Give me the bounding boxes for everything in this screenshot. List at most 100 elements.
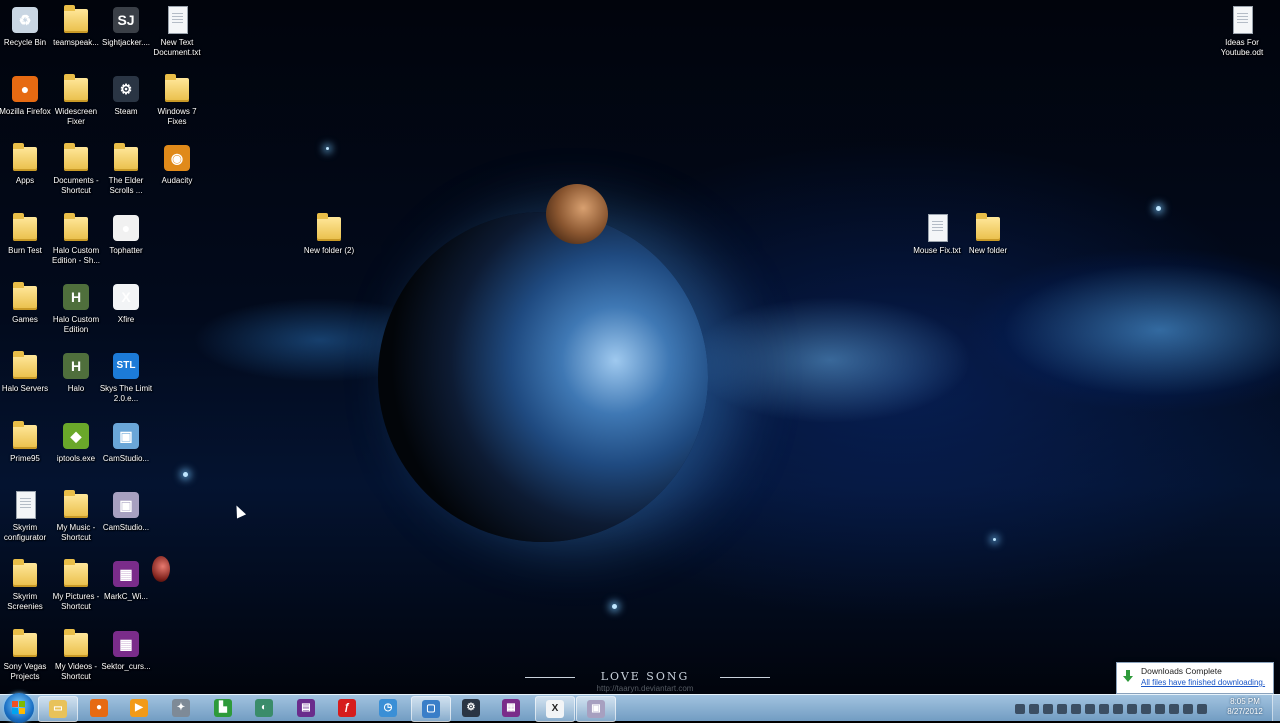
taskbar-button[interactable]: ▢ <box>411 696 451 722</box>
taskbar-button[interactable]: ▦ <box>492 696 530 720</box>
desktop-icon[interactable]: Apps <box>0 142 53 208</box>
desktop-icon[interactable]: New Text Document.txt <box>149 4 205 70</box>
folder-icon <box>972 212 1004 244</box>
wallpaper-star <box>183 472 188 477</box>
desktop-icon[interactable]: ▦ Sektor_curs... <box>98 628 154 694</box>
wallpaper-star <box>612 604 617 609</box>
tray-icon[interactable] <box>1085 704 1095 714</box>
desktop-icon[interactable]: ▣ CamStudio... <box>98 420 154 486</box>
desktop-icon-label: Audacity <box>161 176 193 185</box>
desktop-icon[interactable]: H Halo Custom Edition <box>48 281 104 347</box>
desktop-icon[interactable]: ◉ Audacity <box>149 142 205 208</box>
wallpaper-star <box>326 147 329 150</box>
tray-icon[interactable] <box>1183 704 1193 714</box>
taskbar-button[interactable]: ▭ <box>38 696 78 722</box>
start-button[interactable] <box>4 693 34 723</box>
wallpaper-small-planet <box>152 556 170 582</box>
desktop-icon[interactable]: SJ Sightjacker.... <box>98 4 154 70</box>
taskbar-button[interactable]: ▶ <box>120 696 158 720</box>
desktop-icon[interactable]: ▦ MarkC_Wi... <box>98 558 154 624</box>
taskbar-button[interactable]: ƒ <box>328 696 366 720</box>
taskbar-button[interactable]: ▣ <box>576 696 616 722</box>
desktop-icon-label: Documents - Shortcut <box>53 176 99 195</box>
folder-icon <box>9 420 41 452</box>
desktop[interactable]: LOVE SONG http://taaryn.deviantart.com ♻… <box>0 0 1280 694</box>
tray-icon[interactable] <box>1015 704 1025 714</box>
desktop-icon[interactable]: ⚙ Steam <box>98 73 154 139</box>
show-desktop-button[interactable] <box>1272 695 1280 721</box>
desktop-icon-label: Apps <box>15 176 35 185</box>
taskbar-button[interactable]: ◐ <box>245 696 283 720</box>
folder-icon <box>161 73 193 105</box>
desktop-icon[interactable]: teamspeak... <box>48 4 104 70</box>
desktop-icon[interactable]: Ideas For Youtube.odt <box>1214 4 1270 70</box>
notification-link[interactable]: All files have finished downloading. <box>1141 678 1265 687</box>
desktop-icon-label: My Videos - Shortcut <box>54 662 98 681</box>
desktop-icon[interactable]: Games <box>0 281 53 347</box>
tray-icon[interactable] <box>1155 704 1165 714</box>
desktop-icon[interactable]: Burn Test <box>0 212 53 278</box>
desktop-icon[interactable]: ◆ iptools.exe <box>48 420 104 486</box>
folder-icon <box>60 212 92 244</box>
tray-icon[interactable] <box>1099 704 1109 714</box>
taskbar-button[interactable]: ⚙ <box>452 696 490 720</box>
desktop-icon[interactable]: ▣ CamStudio... <box>98 489 154 555</box>
desktop-icon[interactable]: STL Skys The Limit 2.0.e... <box>98 350 154 416</box>
desktop-icon[interactable]: Documents - Shortcut <box>48 142 104 208</box>
desktop-icon[interactable]: ♻ Recycle Bin <box>0 4 53 70</box>
system-clock[interactable]: 8:05 PM 8/27/2012 <box>1222 697 1268 717</box>
tray-icon[interactable] <box>1197 704 1207 714</box>
desktop-icon[interactable]: Halo Servers <box>0 350 53 416</box>
firefox-icon: ● <box>9 73 41 105</box>
folder-icon <box>313 212 345 244</box>
desktop-icon[interactable]: Skyrim configurator <box>0 489 53 555</box>
tray-icon[interactable] <box>1071 704 1081 714</box>
desktop-icon-label: CamStudio... <box>102 523 150 532</box>
folder-icon <box>60 489 92 521</box>
desktop-icon[interactable]: Prime95 <box>0 420 53 486</box>
folder-icon <box>60 628 92 660</box>
system-tray[interactable] <box>1015 701 1211 715</box>
downloads-notification[interactable]: Downloads Complete All files have finish… <box>1116 662 1274 694</box>
tray-icon[interactable] <box>1029 704 1039 714</box>
tray-icon[interactable] <box>1113 704 1123 714</box>
taskbar: ▭ ● ▶ ✦ ▙ ◐ ▤ ƒ ◷ ▢ ⚙ ▦ X ▣ 8:05 PM 8/27/2012 <box>0 693 1280 723</box>
desktop-icon-label: Halo <box>67 384 85 393</box>
folder-icon <box>9 558 41 590</box>
desktop-icon[interactable]: ● Tophatter <box>98 212 154 278</box>
sightjacker-icon: SJ <box>110 4 142 36</box>
desktop-icon[interactable]: My Pictures - Shortcut <box>48 558 104 624</box>
desktop-icon-label: Halo Servers <box>1 384 49 393</box>
desktop-icon[interactable]: Halo Custom Edition - Sh... <box>48 212 104 278</box>
desktop-icon-label: My Pictures - Shortcut <box>52 592 100 611</box>
tray-icon[interactable] <box>1043 704 1053 714</box>
desktop-icon[interactable]: New folder (2) <box>301 212 357 278</box>
winrar-icon: ▦ <box>110 628 142 660</box>
taskbar-button[interactable]: ◷ <box>369 696 407 720</box>
desktop-icon[interactable]: H Halo <box>48 350 104 416</box>
taskbar-button[interactable]: ● <box>80 696 118 720</box>
tray-icon[interactable] <box>1057 704 1067 714</box>
desktop-icon[interactable]: ● Mozilla Firefox <box>0 73 53 139</box>
desktop-icon-label: Sightjacker.... <box>101 38 151 47</box>
taskbar-button[interactable]: ▤ <box>287 696 325 720</box>
desktop-icon[interactable]: Skyrim Screenies <box>0 558 53 624</box>
desktop-icon[interactable]: Mouse Fix.txt <box>909 212 965 278</box>
tray-icon[interactable] <box>1141 704 1151 714</box>
taskbar-button[interactable]: ✦ <box>162 696 200 720</box>
desktop-icon[interactable]: My Videos - Shortcut <box>48 628 104 694</box>
taskbar-button[interactable]: ▙ <box>204 696 242 720</box>
desktop-icon[interactable]: X Xfire <box>98 281 154 347</box>
tray-icon[interactable] <box>1169 704 1179 714</box>
desktop-icon[interactable]: My Music - Shortcut <box>48 489 104 555</box>
desktop-icon[interactable]: Windows 7 Fixes <box>149 73 205 139</box>
taskbar-button[interactable]: X <box>535 696 575 722</box>
desktop-icon[interactable]: The Elder Scrolls ... <box>98 142 154 208</box>
desktop-icon[interactable]: New folder <box>960 212 1016 278</box>
desktop-icon[interactable]: Sony Vegas Projects <box>0 628 53 694</box>
desktop-icon[interactable]: Widescreen Fixer <box>48 73 104 139</box>
desktop-icon-label: Xfire <box>117 315 135 324</box>
tray-icon[interactable] <box>1127 704 1137 714</box>
desktop-icon-label: Sektor_curs... <box>101 662 151 671</box>
media-player-icon: ▶ <box>130 699 148 717</box>
